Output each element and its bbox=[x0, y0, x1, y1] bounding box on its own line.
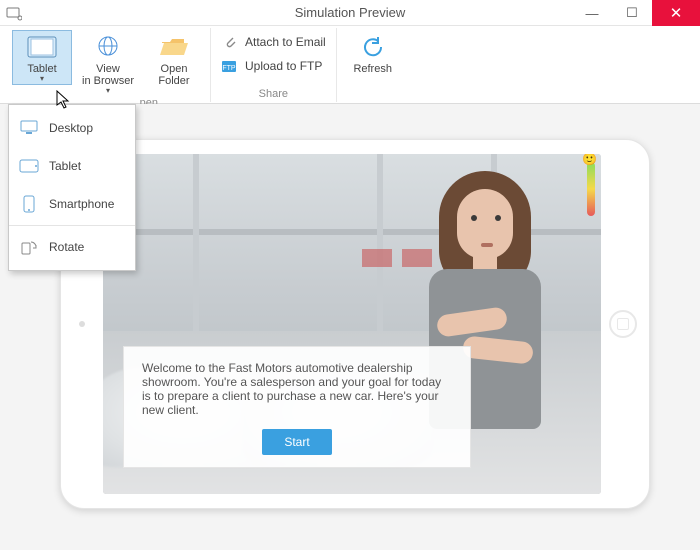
tablet-frame: 🙂 Welcome to the Fast Motors automotive … bbox=[60, 139, 650, 509]
ribbon: Tablet ▾ View in Browser ▾ Open Folder p… bbox=[0, 26, 700, 104]
device-option-desktop[interactable]: Desktop bbox=[9, 109, 135, 147]
chevron-down-icon: ▾ bbox=[40, 75, 44, 84]
device-option-tablet[interactable]: Tablet bbox=[9, 147, 135, 185]
open-folder-label: Open Folder bbox=[158, 63, 189, 87]
ribbon-group-share: Attach to Email FTP Upload to FTP Share bbox=[211, 28, 337, 102]
device-option-smartphone[interactable]: Smartphone bbox=[9, 185, 135, 223]
tablet-icon bbox=[19, 157, 39, 175]
desktop-icon bbox=[19, 119, 39, 137]
refresh-button[interactable]: Refresh bbox=[343, 30, 403, 76]
tablet-icon bbox=[26, 33, 58, 61]
tablet-camera-icon bbox=[79, 321, 85, 327]
upload-to-ftp-label: Upload to FTP bbox=[245, 59, 322, 73]
ribbon-group-device-open: Tablet ▾ View in Browser ▾ Open Folder p… bbox=[6, 28, 211, 102]
cursor-icon bbox=[56, 90, 70, 110]
paperclip-icon bbox=[221, 34, 239, 50]
title-bar: Simulation Preview — ☐ ✕ bbox=[0, 0, 700, 26]
view-in-browser-label: View in Browser bbox=[82, 63, 134, 87]
attach-to-email-label: Attach to Email bbox=[245, 35, 326, 49]
mood-meter bbox=[587, 162, 595, 216]
svg-text:FTP: FTP bbox=[222, 65, 236, 72]
ribbon-group-label-share: Share bbox=[259, 88, 288, 102]
rotate-icon bbox=[19, 238, 39, 256]
tablet-home-button[interactable] bbox=[609, 310, 637, 338]
open-folder-button[interactable]: Open Folder bbox=[144, 30, 204, 88]
folder-open-icon bbox=[158, 33, 190, 61]
tablet-screen: 🙂 Welcome to the Fast Motors automotive … bbox=[103, 154, 601, 494]
upload-to-ftp-button[interactable]: FTP Upload to FTP bbox=[217, 56, 330, 76]
globe-icon bbox=[92, 33, 124, 61]
device-option-rotate[interactable]: Rotate bbox=[9, 228, 135, 266]
mood-face-icon: 🙂 bbox=[582, 154, 597, 166]
device-preview-button[interactable]: Tablet ▾ bbox=[12, 30, 72, 85]
menu-separator bbox=[9, 225, 135, 226]
chevron-down-icon: ▾ bbox=[106, 87, 110, 96]
dialog-card: Welcome to the Fast Motors automotive de… bbox=[123, 346, 471, 468]
attach-to-email-button[interactable]: Attach to Email bbox=[217, 32, 330, 52]
device-option-tablet-label: Tablet bbox=[49, 159, 81, 173]
start-button[interactable]: Start bbox=[262, 429, 331, 455]
ribbon-group-refresh: Refresh bbox=[337, 28, 409, 102]
window-title: Simulation Preview bbox=[0, 5, 700, 20]
refresh-label: Refresh bbox=[353, 63, 392, 75]
device-dropdown: Desktop Tablet Smartphone Rotate bbox=[8, 104, 136, 271]
dialog-text: Welcome to the Fast Motors automotive de… bbox=[142, 361, 452, 417]
smartphone-icon bbox=[19, 195, 39, 213]
refresh-icon bbox=[357, 33, 389, 61]
device-option-rotate-label: Rotate bbox=[49, 240, 84, 254]
device-option-smartphone-label: Smartphone bbox=[49, 197, 114, 211]
view-in-browser-button[interactable]: View in Browser ▾ bbox=[78, 30, 138, 97]
device-option-desktop-label: Desktop bbox=[49, 121, 93, 135]
ftp-icon: FTP bbox=[221, 58, 239, 74]
